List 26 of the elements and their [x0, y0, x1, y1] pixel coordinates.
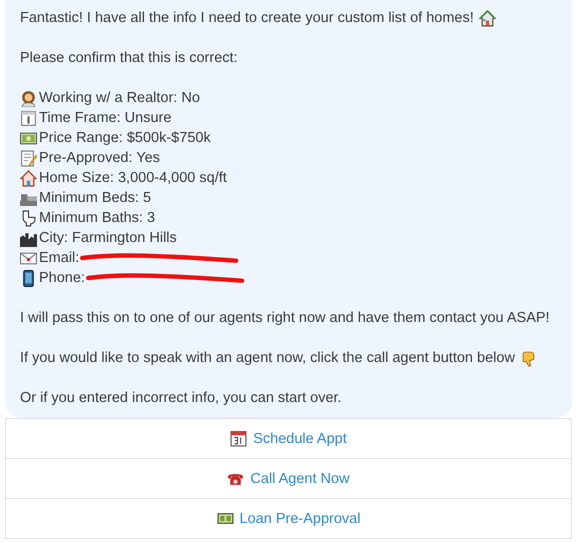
woman-icon	[20, 90, 37, 106]
detail-text: Email:	[39, 249, 80, 268]
detail-text: Minimum Beds: 5	[39, 189, 152, 208]
detail-text: Home Size: 3,000-4,000 sq/ft	[39, 169, 227, 188]
message-text: Fantastic! I have all the info I need to create your custom list of homes!	[20, 9, 474, 28]
detail-text: Phone:	[39, 269, 85, 288]
detail-text: City: Farmington Hills	[39, 229, 177, 248]
mobile-phone-icon	[20, 270, 37, 286]
banknote-icon	[216, 510, 234, 527]
house-icon	[478, 10, 496, 26]
message-text: If you would like to speak with an agent now, click the call agent button below	[20, 349, 515, 368]
toilet-icon	[20, 210, 37, 226]
message-text: Please confirm that this is correct:	[20, 49, 238, 68]
banknote-icon	[20, 130, 37, 146]
detail-text: Minimum Baths: 3	[39, 209, 156, 228]
detail-text: Price Range: $500k-$750k	[39, 129, 211, 148]
calendar-icon	[20, 110, 37, 126]
detail-text: Working w/ a Realtor: No	[39, 89, 200, 108]
message-text: I will pass this on to one of our agents right now and have them contact you ASAP!	[20, 309, 550, 328]
detail-text: Pre-Approved: Yes	[39, 149, 160, 168]
house-icon	[20, 170, 37, 186]
memo-icon	[20, 150, 37, 166]
detail-text: Time Frame: Unsure	[39, 109, 172, 128]
calendar-icon	[230, 430, 248, 447]
envelope-icon	[20, 250, 37, 266]
message-text: Or if you entered incorrect info, you can start over.	[20, 389, 342, 408]
